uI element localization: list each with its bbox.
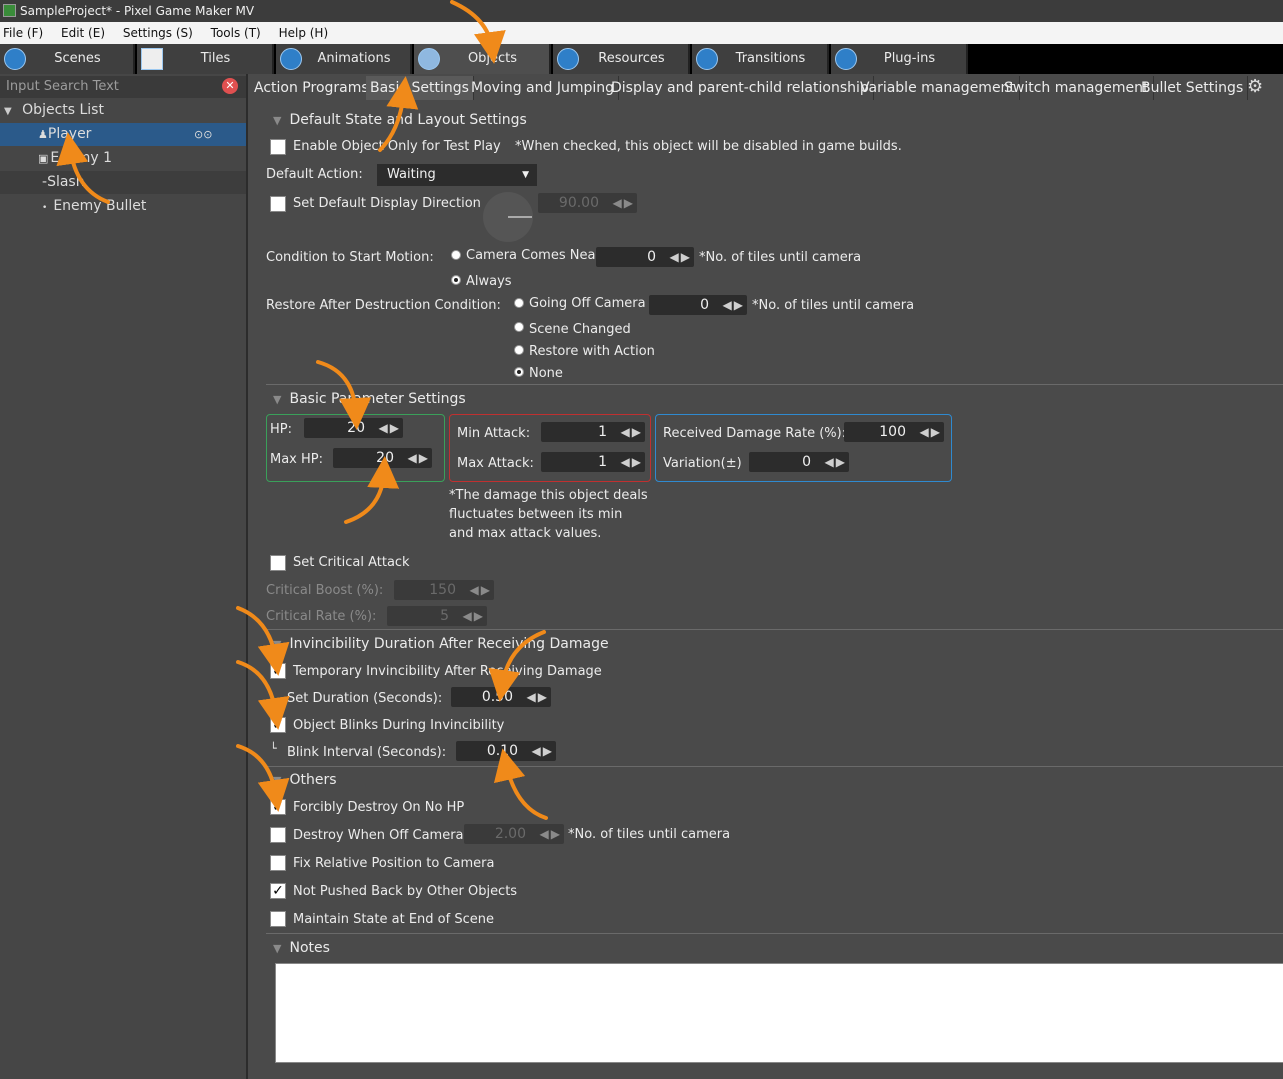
duration-arrow [488, 630, 546, 702]
destroy-no-hp-arrow [236, 744, 290, 812]
objects-tab-arrow [450, 0, 506, 64]
hp-arrow [316, 360, 372, 430]
blinks-arrow [236, 660, 290, 730]
annotation-arrows [56, 0, 548, 820]
blink-interval-arrow [493, 748, 548, 820]
max-hp-arrow [344, 456, 400, 524]
basic-settings-arrow [378, 76, 419, 152]
temp-invincibility-arrow [236, 606, 290, 676]
player-arrow [56, 132, 110, 204]
